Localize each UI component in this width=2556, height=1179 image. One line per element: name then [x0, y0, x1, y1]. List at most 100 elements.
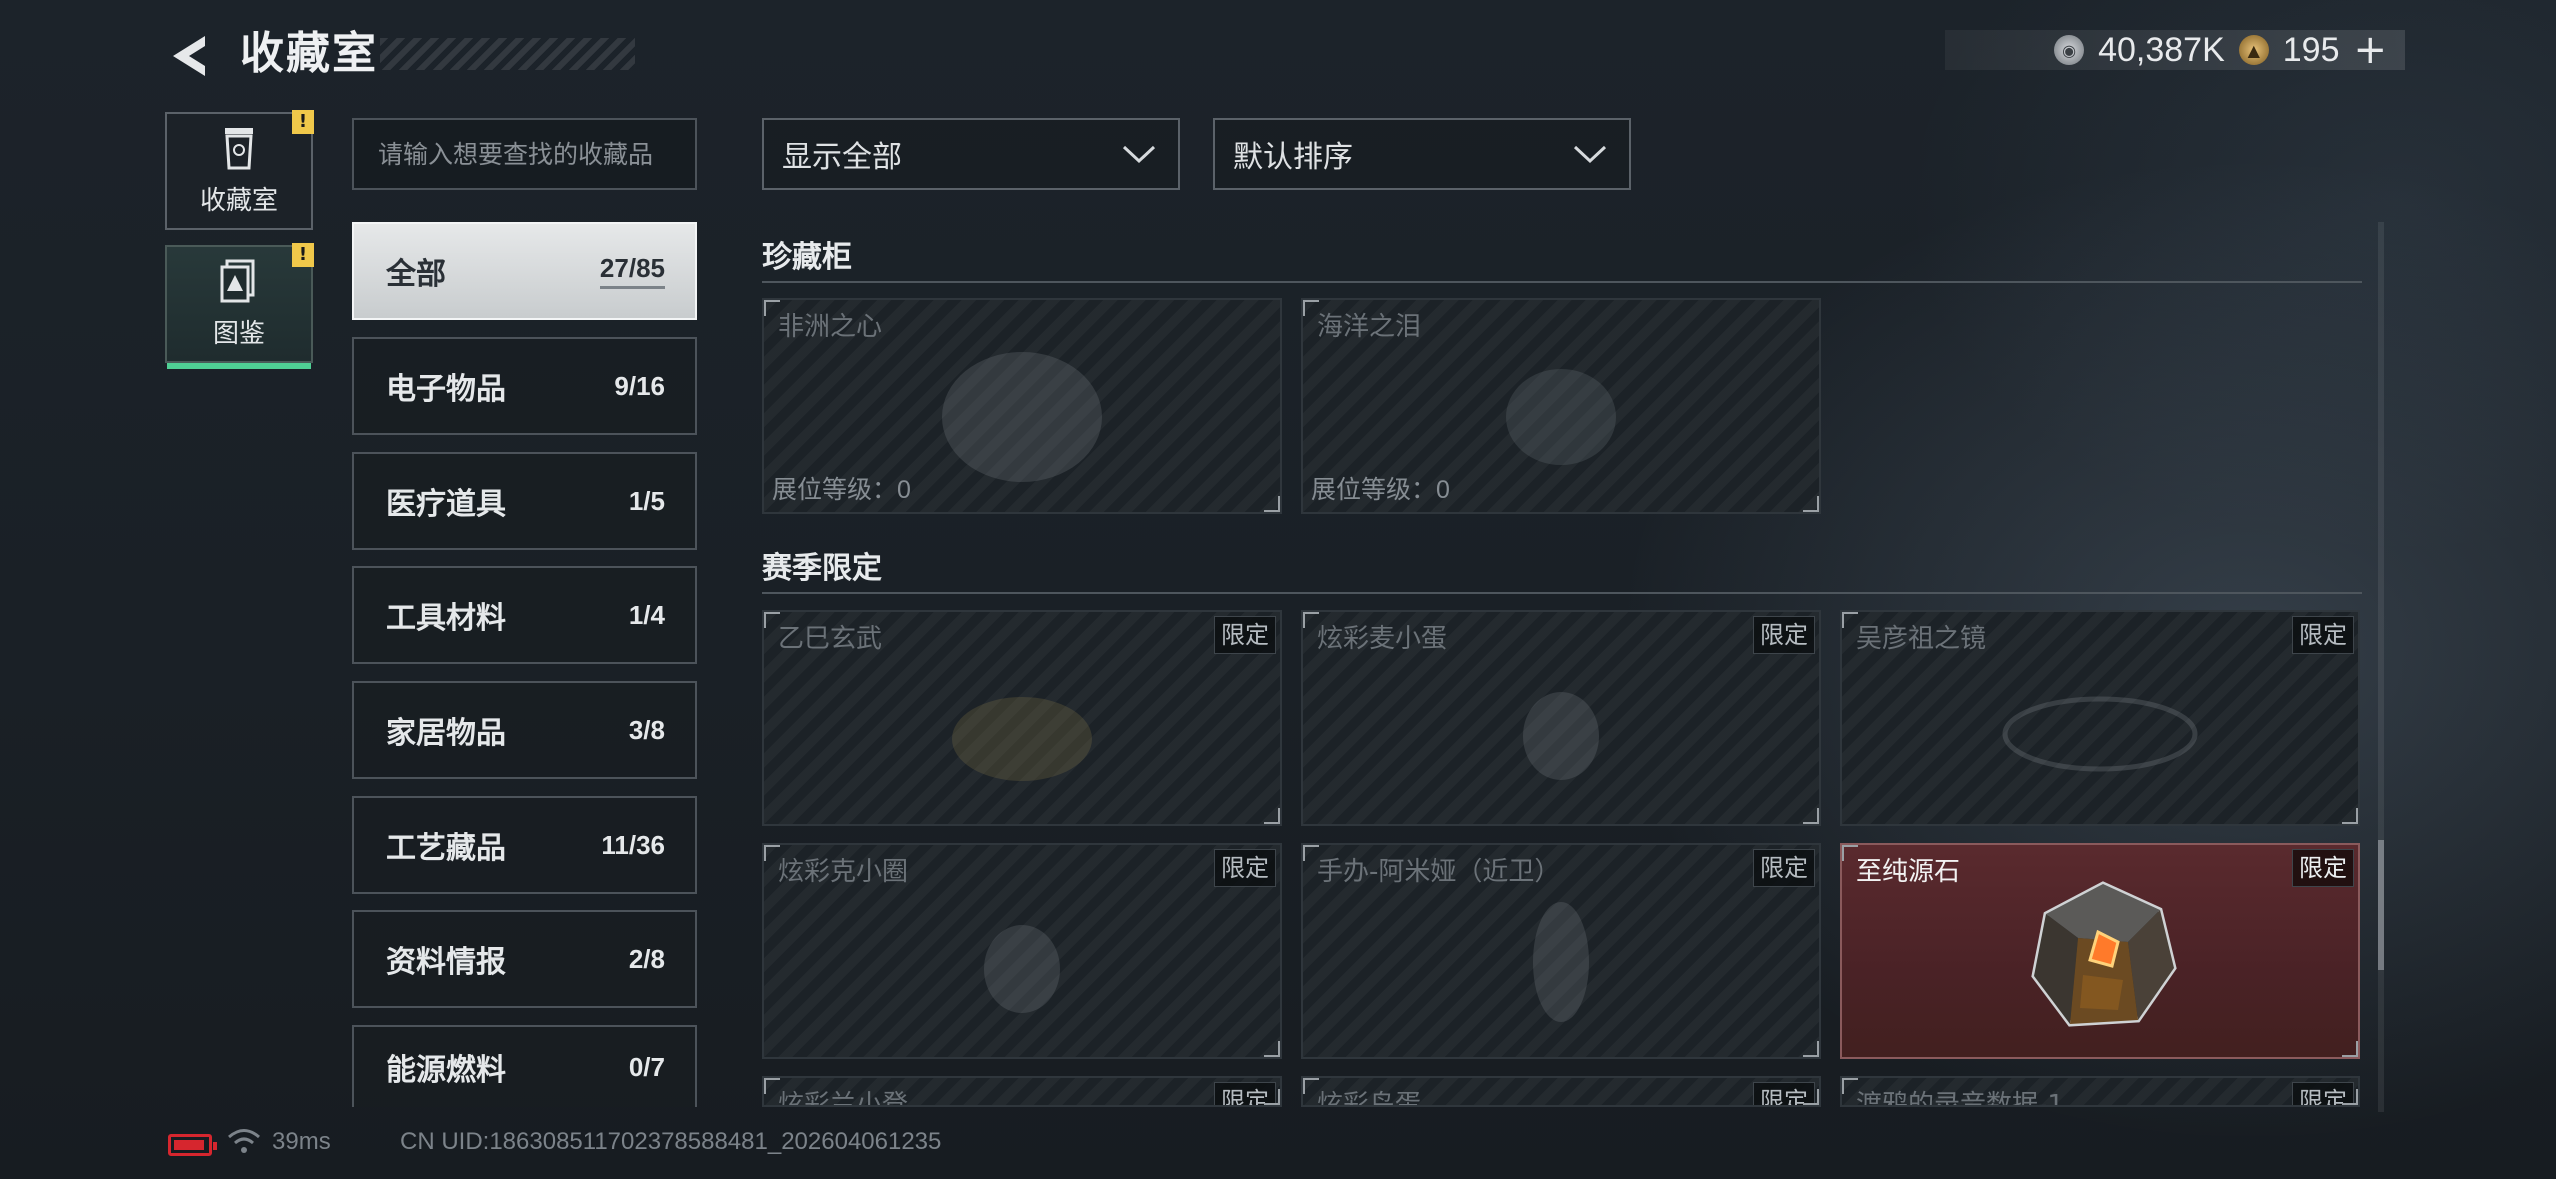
collection-card[interactable]: 乙巳玄武 限定	[762, 610, 1282, 826]
collection-card[interactable]: 炫彩鸟蛋 限定	[1301, 1076, 1821, 1107]
search-input[interactable]	[352, 118, 697, 190]
collection-card[interactable]: 手办-阿米娅（近卫） 限定	[1301, 843, 1821, 1059]
gold-balance: 195	[2282, 30, 2340, 69]
alert-badge: !	[292, 110, 314, 134]
wifi-icon	[228, 1129, 260, 1153]
title-decoration	[380, 38, 635, 70]
section-divider	[762, 281, 2362, 283]
card-name: 海洋之泪	[1317, 312, 1422, 342]
collection-card-unlocked[interactable]: 至纯源石 限定	[1840, 843, 2360, 1059]
item-silhouette-icon	[942, 351, 1102, 482]
limited-badge: 限定	[2292, 616, 2354, 654]
card-name: 手办-阿米娅（近卫）	[1317, 857, 1561, 887]
category-count: 1/4	[628, 599, 665, 630]
card-level-value: 0	[897, 476, 911, 504]
limited-badge: 限定	[1753, 849, 1815, 887]
card-level: 展位等级：0	[772, 470, 911, 506]
nav-catalog-label: 图鉴	[212, 318, 265, 349]
currency-bar: ◉ 40,387K ▲ 195 +	[1945, 30, 2405, 70]
category-count: 2/8	[628, 943, 665, 974]
collection-card[interactable]: 炫彩克小圈 限定	[762, 843, 1282, 1059]
category-tools[interactable]: 工具材料 1/4	[352, 566, 697, 664]
section-title-cabinet: 珍藏柜	[762, 240, 852, 275]
item-silhouette-icon	[1506, 368, 1616, 465]
item-silhouette-icon	[1523, 691, 1599, 780]
nav-collection-room-label: 收藏室	[199, 185, 278, 216]
card-level-label: 展位等级：	[772, 475, 898, 504]
category-count: 11/36	[601, 829, 665, 860]
category-intel[interactable]: 资料情报 2/8	[352, 910, 697, 1008]
collection-card[interactable]: 非洲之心 展位等级：0	[762, 298, 1282, 514]
category-energy[interactable]: 能源燃料 0/7	[352, 1025, 697, 1107]
category-crafts[interactable]: 工艺藏品 11/36	[352, 796, 697, 894]
category-all[interactable]: 全部 27/85	[352, 222, 697, 320]
show-filter-dropdown[interactable]: 显示全部	[762, 118, 1180, 190]
limited-badge: 限定	[2292, 849, 2354, 887]
card-name: 炫彩兰小登	[778, 1090, 909, 1107]
card-name: 炫彩麦小蛋	[1317, 624, 1448, 654]
alert-badge: !	[292, 243, 314, 267]
card-name: 吴彦祖之镜	[1856, 624, 1987, 654]
nav-active-indicator	[167, 363, 311, 369]
category-household[interactable]: 家居物品 3/8	[352, 681, 697, 779]
limited-badge: 限定	[1753, 1082, 1815, 1105]
album-icon	[220, 259, 255, 302]
add-currency-button[interactable]: +	[2353, 30, 2387, 70]
chevron-down-icon	[1573, 145, 1607, 164]
card-level-value: 0	[1436, 476, 1450, 504]
category-name: 工艺藏品	[386, 831, 506, 866]
card-name: 乙巳玄武	[778, 624, 883, 654]
nav-catalog[interactable]: 图鉴	[165, 245, 313, 369]
back-button[interactable]	[165, 30, 217, 82]
trash-bin-icon	[225, 127, 253, 169]
category-count: 0/7	[628, 1051, 665, 1082]
limited-badge: 限定	[1214, 1082, 1276, 1105]
sort-dropdown[interactable]: 默认排序	[1213, 118, 1631, 190]
category-count: 27/85	[599, 253, 665, 289]
category-medical[interactable]: 医疗道具 1/5	[352, 452, 697, 550]
card-name: 炫彩鸟蛋	[1317, 1090, 1422, 1107]
limited-badge: 限定	[2292, 1082, 2354, 1105]
category-name: 电子物品	[386, 372, 506, 407]
item-silhouette-icon	[984, 924, 1060, 1013]
card-name: 非洲之心	[778, 312, 883, 342]
category-name: 能源燃料	[386, 1053, 506, 1088]
limited-badge: 限定	[1214, 616, 1276, 654]
silver-balance: 40,387K	[2098, 30, 2225, 69]
collection-card[interactable]: 海洋之泪 展位等级：0	[1301, 298, 1821, 514]
limited-badge: 限定	[1214, 849, 1276, 887]
card-level-label: 展位等级：	[1311, 475, 1437, 504]
card-level: 展位等级：0	[1311, 470, 1450, 506]
item-silhouette-icon	[952, 696, 1092, 781]
uid-text: CN UID:1863085117023785884​81_2026040612…	[400, 1128, 942, 1155]
collection-card[interactable]: 吴彦祖之镜 限定	[1840, 610, 2360, 826]
ping-text: 39ms	[272, 1128, 331, 1155]
category-name: 资料情报	[386, 945, 506, 980]
collection-card[interactable]: 渡鸦的录音数据-1 限定	[1840, 1076, 2360, 1107]
section-title-season: 赛季限定	[762, 551, 882, 586]
category-count: 3/8	[628, 714, 665, 745]
category-count: 1/5	[628, 485, 665, 516]
category-name: 工具材料	[386, 601, 506, 636]
category-count: 9/16	[614, 370, 665, 401]
card-name: 至纯源石	[1856, 857, 1961, 887]
section-divider	[762, 592, 2362, 594]
nav-collection-room[interactable]: 收藏室	[165, 112, 313, 230]
collection-card[interactable]: 炫彩兰小登 限定	[762, 1076, 1282, 1107]
category-name: 全部	[386, 257, 446, 292]
limited-badge: 限定	[1753, 616, 1815, 654]
chevron-down-icon	[1122, 145, 1156, 164]
battery-icon	[168, 1134, 217, 1156]
originium-crystal-icon	[2031, 881, 2177, 1027]
scrollbar-track[interactable]	[2378, 222, 2384, 1112]
category-name: 家居物品	[386, 716, 506, 751]
collection-card[interactable]: 炫彩麦小蛋 限定	[1301, 610, 1821, 826]
scrollbar-thumb[interactable]	[2378, 840, 2384, 970]
card-name: 渡鸦的录音数据-1	[1856, 1090, 2064, 1107]
item-silhouette-icon	[2002, 696, 2198, 772]
category-electronics[interactable]: 电子物品 9/16	[352, 337, 697, 435]
item-silhouette-icon	[1533, 901, 1589, 1022]
silver-coin-icon: ◉	[2054, 35, 2085, 65]
back-arrow-icon	[173, 36, 205, 76]
category-name: 医疗道具	[386, 487, 506, 522]
